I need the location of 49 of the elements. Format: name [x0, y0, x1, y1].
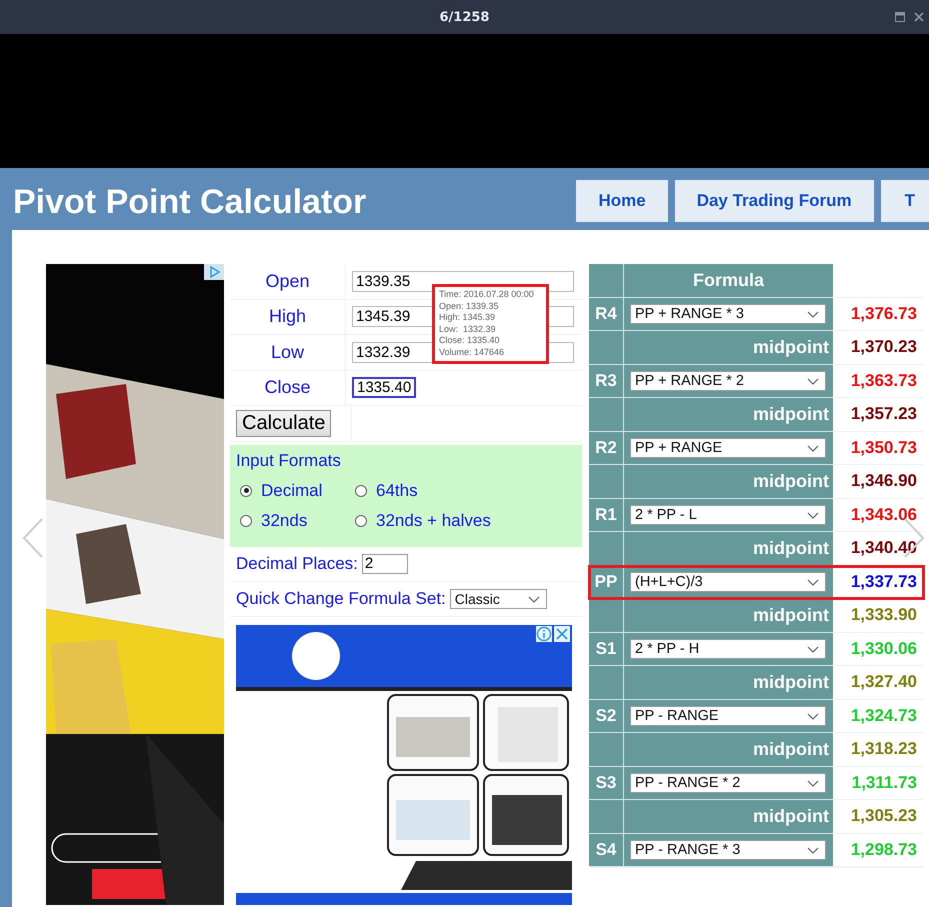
- level-value: 1,376.73: [833, 298, 924, 331]
- image-counter: 6/1258: [440, 10, 490, 24]
- field-label: Open: [230, 264, 346, 298]
- level-value: 1,318.23: [833, 733, 924, 766]
- level-label: R4: [589, 298, 624, 331]
- midpoint-label: midpoint: [624, 398, 833, 432]
- level-label: R1: [589, 498, 624, 532]
- level-value: 1,340.40: [833, 532, 924, 566]
- field-label: Low: [230, 335, 346, 370]
- level-label: PP: [589, 566, 624, 599]
- level-value: 1,311.73: [833, 766, 924, 800]
- level-value: 1,343.06: [833, 498, 924, 532]
- column-header: Formula: [624, 264, 833, 298]
- section-title: Input Formats: [236, 450, 342, 470]
- level-value: 1,324.73: [833, 700, 924, 733]
- tooltip-line: Open: 1339.35: [439, 300, 500, 312]
- midpoint-label: midpoint: [624, 733, 833, 766]
- level-value: 1,357.23: [833, 398, 924, 432]
- midpoint-label: midpoint: [624, 599, 833, 632]
- midpoint-label: midpoint: [624, 532, 833, 566]
- tooltip-line: Time: 2016.07.28 00:00: [439, 289, 535, 301]
- midpoint-label: midpoint: [624, 800, 833, 834]
- level-value: 1,330.06: [833, 632, 924, 666]
- level-value: 1,305.23: [833, 800, 924, 834]
- midpoint-label: midpoint: [624, 331, 833, 364]
- field-label: Quick Change Formula Set:: [236, 588, 446, 608]
- midpoint-label: midpoint: [624, 465, 833, 498]
- level-value: 1,363.73: [833, 364, 924, 398]
- field-label: Decimal Places:: [236, 554, 358, 574]
- level-value: 1,370.23: [833, 331, 924, 364]
- level-value: 1,298.73: [833, 834, 924, 867]
- level-label: S3: [589, 766, 624, 800]
- level-label: R3: [589, 364, 624, 398]
- level-value: 1,337.73: [833, 566, 924, 599]
- tooltip-line: Low: 1332.39: [439, 324, 497, 336]
- level-label: R2: [589, 432, 624, 465]
- level-value: 1,346.90: [833, 465, 924, 498]
- level-label: S4: [589, 834, 624, 867]
- level-value: 1,350.73: [833, 432, 924, 465]
- level-label: S2: [589, 700, 624, 733]
- field-label: High: [230, 300, 346, 334]
- tooltip-line: Volume: 147646: [439, 346, 506, 359]
- level-label: S1: [589, 632, 624, 666]
- site-title: Pivot Point Calculator: [13, 183, 368, 222]
- level-value: 1,327.40: [833, 666, 924, 700]
- level-value: 1,333.90: [833, 599, 924, 632]
- field-label: Close: [230, 370, 346, 405]
- midpoint-label: midpoint: [624, 666, 833, 700]
- tooltip-line: High: 1345.39: [439, 312, 496, 324]
